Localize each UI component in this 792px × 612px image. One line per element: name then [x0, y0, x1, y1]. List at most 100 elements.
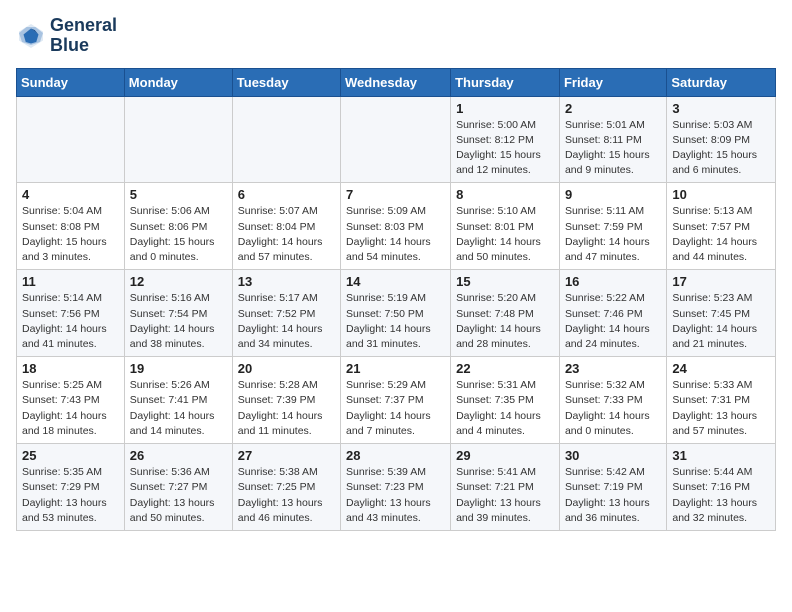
calendar-cell: 23 Sunrise: 5:32 AM Sunset: 7:33 PM Dayli… [559, 357, 666, 444]
day-info: Sunrise: 5:20 AM Sunset: 7:48 PM Dayligh… [456, 291, 554, 352]
day-info: Sunrise: 5:14 AM Sunset: 7:56 PM Dayligh… [22, 291, 119, 352]
weekday-header-sunday: Sunday [17, 68, 125, 96]
day-info: Sunrise: 5:23 AM Sunset: 7:45 PM Dayligh… [672, 291, 770, 352]
day-info: Sunrise: 5:29 AM Sunset: 7:37 PM Dayligh… [346, 378, 445, 439]
day-number: 3 [672, 101, 770, 116]
day-number: 16 [565, 274, 661, 289]
day-info: Sunrise: 5:03 AM Sunset: 8:09 PM Dayligh… [672, 118, 770, 179]
day-info: Sunrise: 5:09 AM Sunset: 8:03 PM Dayligh… [346, 204, 445, 265]
calendar-cell: 3 Sunrise: 5:03 AM Sunset: 8:09 PM Daylig… [667, 96, 776, 183]
day-number: 22 [456, 361, 554, 376]
day-info: Sunrise: 5:31 AM Sunset: 7:35 PM Dayligh… [456, 378, 554, 439]
day-number: 1 [456, 101, 554, 116]
calendar-cell: 1 Sunrise: 5:00 AM Sunset: 8:12 PM Daylig… [451, 96, 560, 183]
calendar-cell: 26 Sunrise: 5:36 AM Sunset: 7:27 PM Dayli… [124, 444, 232, 531]
day-info: Sunrise: 5:19 AM Sunset: 7:50 PM Dayligh… [346, 291, 445, 352]
calendar-cell: 9 Sunrise: 5:11 AM Sunset: 7:59 PM Daylig… [559, 183, 666, 270]
day-info: Sunrise: 5:11 AM Sunset: 7:59 PM Dayligh… [565, 204, 661, 265]
logo-icon [16, 21, 46, 51]
calendar-cell: 28Sunrise: 5:39 AM Sunset: 7:23 PM Dayli… [341, 444, 451, 531]
day-number: 25 [22, 448, 119, 463]
day-info: Sunrise: 5:10 AM Sunset: 8:01 PM Dayligh… [456, 204, 554, 265]
calendar-cell: 4 Sunrise: 5:04 AM Sunset: 8:08 PM Daylig… [17, 183, 125, 270]
day-number: 15 [456, 274, 554, 289]
day-number: 11 [22, 274, 119, 289]
calendar-cell: 12 Sunrise: 5:16 AM Sunset: 7:54 PM Dayli… [124, 270, 232, 357]
week-row-4: 18Sunrise: 5:25 AM Sunset: 7:43 PM Dayli… [17, 357, 776, 444]
day-info: Sunrise: 5:38 AM Sunset: 7:25 PM Dayligh… [238, 465, 335, 526]
calendar-cell: 25Sunrise: 5:35 AM Sunset: 7:29 PM Dayli… [17, 444, 125, 531]
calendar-cell: 13 Sunrise: 5:17 AM Sunset: 7:52 PM Dayli… [232, 270, 340, 357]
day-info: Sunrise: 5:06 AM Sunset: 8:06 PM Dayligh… [130, 204, 227, 265]
day-number: 26 [130, 448, 227, 463]
day-number: 28 [346, 448, 445, 463]
calendar-cell [341, 96, 451, 183]
week-row-3: 11 Sunrise: 5:14 AM Sunset: 7:56 PM Dayli… [17, 270, 776, 357]
calendar-cell: 17 Sunrise: 5:23 AM Sunset: 7:45 PM Dayli… [667, 270, 776, 357]
day-number: 24 [672, 361, 770, 376]
day-number: 17 [672, 274, 770, 289]
week-row-2: 4 Sunrise: 5:04 AM Sunset: 8:08 PM Daylig… [17, 183, 776, 270]
day-info: Sunrise: 5:00 AM Sunset: 8:12 PM Dayligh… [456, 118, 554, 179]
calendar-cell: 10Sunrise: 5:13 AM Sunset: 7:57 PM Dayli… [667, 183, 776, 270]
day-number: 20 [238, 361, 335, 376]
calendar-cell: 6Sunrise: 5:07 AM Sunset: 8:04 PM Daylig… [232, 183, 340, 270]
calendar-cell: 22 Sunrise: 5:31 AM Sunset: 7:35 PM Dayli… [451, 357, 560, 444]
calendar-cell: 5 Sunrise: 5:06 AM Sunset: 8:06 PM Daylig… [124, 183, 232, 270]
day-number: 8 [456, 187, 554, 202]
week-row-5: 25Sunrise: 5:35 AM Sunset: 7:29 PM Dayli… [17, 444, 776, 531]
calendar-cell: 19 Sunrise: 5:26 AM Sunset: 7:41 PM Dayli… [124, 357, 232, 444]
calendar-cell [17, 96, 125, 183]
day-info: Sunrise: 5:16 AM Sunset: 7:54 PM Dayligh… [130, 291, 227, 352]
day-number: 14 [346, 274, 445, 289]
calendar-cell: 24 Sunrise: 5:33 AM Sunset: 7:31 PM Dayli… [667, 357, 776, 444]
day-info: Sunrise: 5:36 AM Sunset: 7:27 PM Dayligh… [130, 465, 227, 526]
weekday-header-wednesday: Wednesday [341, 68, 451, 96]
weekday-header-tuesday: Tuesday [232, 68, 340, 96]
calendar-cell: 14 Sunrise: 5:19 AM Sunset: 7:50 PM Dayli… [341, 270, 451, 357]
day-number: 2 [565, 101, 661, 116]
calendar-cell: 16 Sunrise: 5:22 AM Sunset: 7:46 PM Dayli… [559, 270, 666, 357]
day-info: Sunrise: 5:04 AM Sunset: 8:08 PM Dayligh… [22, 204, 119, 265]
day-number: 4 [22, 187, 119, 202]
calendar-cell: 21 Sunrise: 5:29 AM Sunset: 7:37 PM Dayli… [341, 357, 451, 444]
weekday-header-thursday: Thursday [451, 68, 560, 96]
day-info: Sunrise: 5:22 AM Sunset: 7:46 PM Dayligh… [565, 291, 661, 352]
calendar-cell: 31Sunrise: 5:44 AM Sunset: 7:16 PM Dayli… [667, 444, 776, 531]
day-number: 23 [565, 361, 661, 376]
day-number: 19 [130, 361, 227, 376]
day-info: Sunrise: 5:33 AM Sunset: 7:31 PM Dayligh… [672, 378, 770, 439]
calendar-cell: 20 Sunrise: 5:28 AM Sunset: 7:39 PM Dayli… [232, 357, 340, 444]
day-info: Sunrise: 5:17 AM Sunset: 7:52 PM Dayligh… [238, 291, 335, 352]
day-info: Sunrise: 5:41 AM Sunset: 7:21 PM Dayligh… [456, 465, 554, 526]
day-number: 9 [565, 187, 661, 202]
day-number: 10 [672, 187, 770, 202]
week-row-1: 1 Sunrise: 5:00 AM Sunset: 8:12 PM Daylig… [17, 96, 776, 183]
day-info: Sunrise: 5:25 AM Sunset: 7:43 PM Dayligh… [22, 378, 119, 439]
day-number: 29 [456, 448, 554, 463]
day-number: 12 [130, 274, 227, 289]
calendar-cell: 7Sunrise: 5:09 AM Sunset: 8:03 PM Daylig… [341, 183, 451, 270]
calendar-cell: 30Sunrise: 5:42 AM Sunset: 7:19 PM Dayli… [559, 444, 666, 531]
weekday-header-saturday: Saturday [667, 68, 776, 96]
calendar-cell: 11 Sunrise: 5:14 AM Sunset: 7:56 PM Dayli… [17, 270, 125, 357]
logo: General Blue [16, 16, 117, 56]
day-info: Sunrise: 5:07 AM Sunset: 8:04 PM Dayligh… [238, 204, 335, 265]
day-number: 5 [130, 187, 227, 202]
calendar-cell [124, 96, 232, 183]
day-number: 13 [238, 274, 335, 289]
day-number: 30 [565, 448, 661, 463]
day-info: Sunrise: 5:32 AM Sunset: 7:33 PM Dayligh… [565, 378, 661, 439]
calendar-cell: 15 Sunrise: 5:20 AM Sunset: 7:48 PM Dayli… [451, 270, 560, 357]
weekday-header-friday: Friday [559, 68, 666, 96]
calendar-cell: 2 Sunrise: 5:01 AM Sunset: 8:11 PM Daylig… [559, 96, 666, 183]
day-number: 21 [346, 361, 445, 376]
weekday-header-monday: Monday [124, 68, 232, 96]
day-info: Sunrise: 5:28 AM Sunset: 7:39 PM Dayligh… [238, 378, 335, 439]
day-number: 31 [672, 448, 770, 463]
day-info: Sunrise: 5:26 AM Sunset: 7:41 PM Dayligh… [130, 378, 227, 439]
page-header: General Blue [16, 16, 776, 56]
logo-text: General Blue [50, 16, 117, 56]
calendar-cell: 18Sunrise: 5:25 AM Sunset: 7:43 PM Dayli… [17, 357, 125, 444]
day-info: Sunrise: 5:01 AM Sunset: 8:11 PM Dayligh… [565, 118, 661, 179]
